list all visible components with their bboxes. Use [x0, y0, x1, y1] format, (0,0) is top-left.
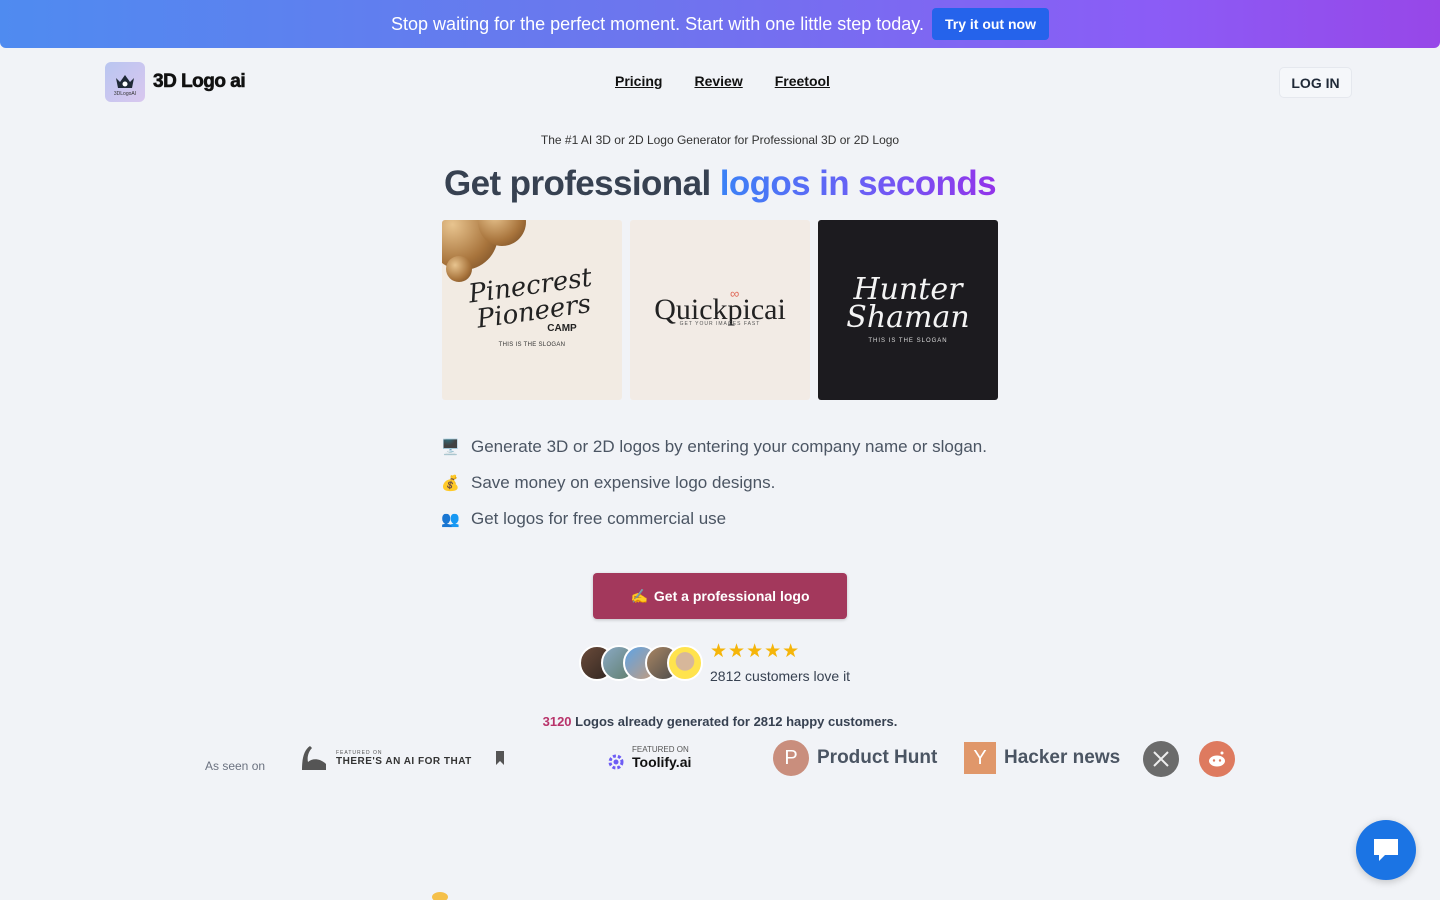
feature-item: 👥 Get logos for free commercial use [441, 508, 987, 530]
decor-sphere [446, 256, 472, 282]
press-hacker-news[interactable]: Y Hacker news [964, 742, 1120, 774]
sample-logos: Pinecrest Pioneers CAMP THIS IS THE SLOG… [442, 220, 998, 400]
logo-text: 3D Logo ai [153, 71, 246, 93]
sample-slogan: THIS IS THE SLOGAN [498, 341, 566, 348]
users-icon: 👥 [441, 511, 460, 528]
avatar [667, 645, 703, 681]
customers-count: 2812 customers love it [710, 668, 851, 684]
site-logo[interactable]: 3DLogoAI 3D Logo ai [105, 62, 246, 102]
hero-headline: Get professional logos in seconds [0, 164, 1440, 204]
computer-icon: 🖥️ [441, 439, 460, 456]
nav-pricing[interactable]: Pricing [615, 73, 662, 89]
customer-avatars [579, 645, 703, 681]
feature-item: 🖥️ Generate 3D or 2D logos by entering y… [441, 436, 987, 458]
reddit-alien-icon [1209, 751, 1225, 767]
toolify-name: Toolify.ai [632, 753, 692, 770]
taaft-text: FEATURED ON THERE'S AN AI FOR THAT [336, 750, 472, 767]
chat-bubble-icon [1374, 839, 1398, 861]
press-taaft[interactable]: FEATURED ON THERE'S AN AI FOR THAT [298, 744, 506, 772]
generated-stat: 3120 Logos already generated for 2812 ha… [0, 714, 1440, 729]
chat-widget-button[interactable] [1356, 820, 1416, 880]
hero-tagline: The #1 AI 3D or 2D Logo Generator for Pr… [540, 133, 900, 147]
bookmark-icon [495, 751, 504, 765]
sample-subtitle: GET YOUR IMAGES FAST [679, 321, 761, 327]
promo-banner: Stop waiting for the perfect moment. Sta… [0, 0, 1440, 48]
rating-stars: ★★★★★ [710, 641, 801, 662]
x-logo-icon [1153, 751, 1169, 767]
logo-mini-text: 3DLogoAI [113, 91, 137, 97]
banner-text: Stop waiting for the perfect moment. Sta… [391, 13, 924, 34]
main-nav: Pricing Review Freetool [615, 73, 830, 89]
generated-count: 3120 [542, 714, 572, 729]
feature-list: 🖥️ Generate 3D or 2D logos by entering y… [441, 436, 987, 544]
feature-item: 💰 Save money on expensive logo designs. [441, 472, 987, 494]
sample-title: Hunter Shaman [846, 275, 970, 335]
sample-slogan: THIS IS THE SLOGAN [868, 338, 948, 344]
writing-hand-icon: ✍️ [630, 587, 648, 604]
sample-logo-hunter-shaman: Hunter Shaman THIS IS THE SLOGAN [818, 220, 998, 400]
headline-dark: Get professional [444, 164, 720, 203]
logo-icon: 3DLogoAI [105, 62, 145, 102]
toolify-featured: FEATURED ON [632, 744, 689, 754]
press-product-hunt[interactable]: P Product Hunt [773, 740, 937, 776]
cta-label: Get a professional logo [653, 588, 810, 604]
infinity-icon: ∞ [730, 286, 740, 301]
sample-line2: Shaman [846, 300, 970, 335]
taaft-logo-icon [302, 746, 326, 770]
toolify-gear-icon [608, 754, 624, 770]
sample-title: Pinecrest Pioneers [467, 262, 597, 334]
login-button[interactable]: LOG IN [1279, 67, 1352, 98]
generated-text: Logos already generated for 2812 happy c… [571, 714, 898, 729]
get-logo-button[interactable]: ✍️ Get a professional logo [593, 573, 847, 619]
press-toolify[interactable]: FEATURED ON Toolify.ai [606, 742, 691, 772]
x-twitter-icon[interactable] [1143, 741, 1179, 777]
sample-logo-quickpicai: ∞ Quickpicai GET YOUR IMAGES FAST [630, 220, 810, 400]
product-hunt-icon: P [773, 740, 809, 776]
headline-gradient: logos in seconds [719, 164, 997, 203]
hacker-news-name: Hacker news [1004, 747, 1121, 768]
nav-review[interactable]: Review [694, 73, 742, 89]
try-it-out-button[interactable]: Try it out now [931, 8, 1049, 40]
toolify-text: FEATURED ON Toolify.ai [632, 745, 691, 770]
feature-text: Save money on expensive logo designs. [471, 473, 776, 492]
money-bag-icon: 💰 [441, 475, 460, 492]
sample-logo-pinecrest: Pinecrest Pioneers CAMP THIS IS THE SLOG… [442, 220, 622, 400]
crown-icon [116, 75, 134, 88]
as-seen-on-label: As seen on [205, 759, 266, 773]
nav-freetool[interactable]: Freetool [775, 73, 830, 89]
hacker-news-icon: Y [964, 742, 996, 774]
feature-text: Generate 3D or 2D logos by entering your… [471, 437, 987, 456]
taaft-name: THERE'S AN AI FOR THAT [336, 755, 472, 767]
decor-emoji [432, 892, 448, 900]
reddit-icon[interactable] [1199, 741, 1235, 777]
product-hunt-name: Product Hunt [817, 747, 938, 768]
feature-text: Get logos for free commercial use [471, 509, 727, 528]
